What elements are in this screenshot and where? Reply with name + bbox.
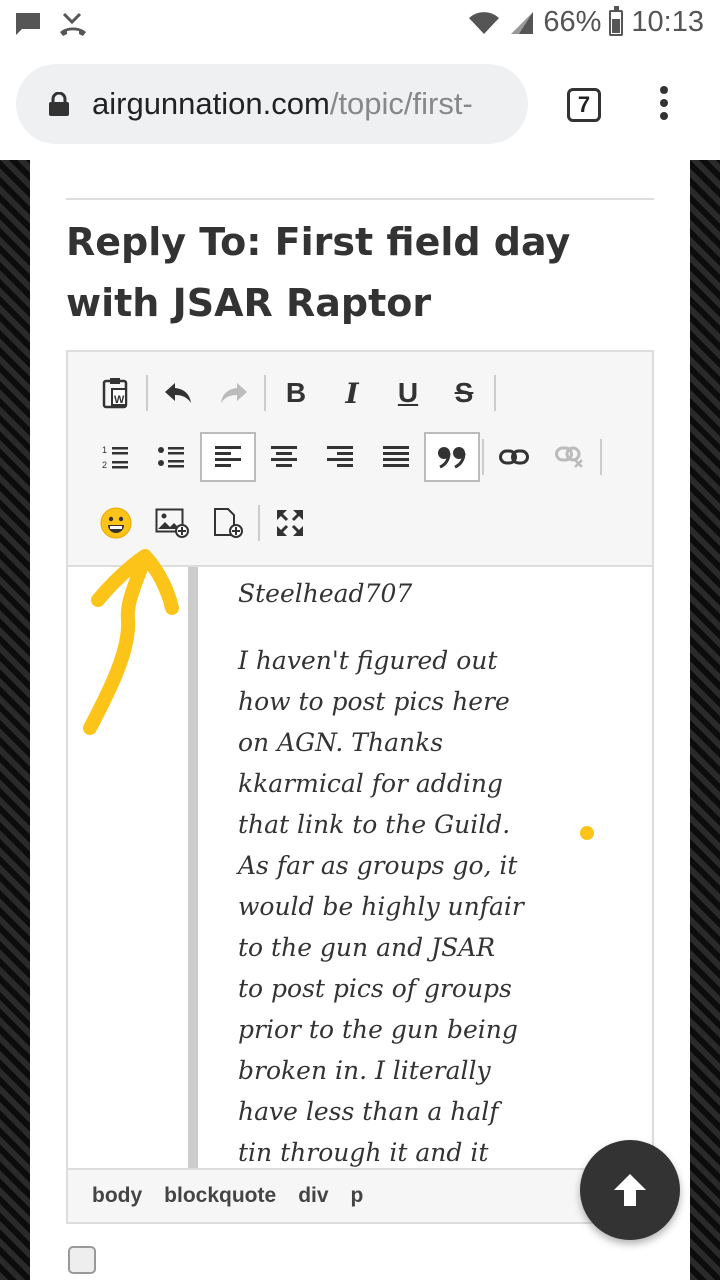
bullet-list-button[interactable]	[144, 432, 200, 482]
quote-body: I haven't figured out how to post pics h…	[238, 646, 524, 1167]
status-right-icons: 66% 10:13	[467, 5, 704, 39]
battery-percent: 66%	[543, 6, 602, 38]
svg-text:2: 2	[102, 460, 107, 470]
numbered-list-button[interactable]: 12	[88, 432, 144, 482]
url-path: /topic/first-	[329, 86, 473, 121]
tab-switcher-button[interactable]: 7	[567, 88, 601, 122]
toolbar-row-2: 12	[88, 432, 604, 482]
path-item-p[interactable]: p	[351, 1184, 364, 1208]
path-item-body[interactable]: body	[92, 1184, 142, 1208]
signal-icon	[511, 11, 534, 34]
undo-icon	[165, 383, 191, 403]
browser-menu-icon[interactable]	[656, 86, 672, 126]
page-background-left	[0, 160, 30, 1280]
quote-icon	[438, 447, 466, 469]
paste-word-button[interactable]: W	[88, 368, 144, 418]
align-center-button[interactable]	[256, 432, 312, 482]
missed-call-icon	[60, 12, 86, 36]
blockquote: Steelhead707 I haven't figured out how t…	[238, 573, 528, 1168]
insert-link-button[interactable]	[486, 432, 542, 482]
path-item-blockquote[interactable]: blockquote	[164, 1184, 276, 1208]
align-center-icon	[271, 446, 297, 467]
battery-icon	[609, 5, 624, 36]
divider	[66, 198, 654, 200]
undo-button[interactable]	[150, 368, 206, 418]
page-content: Reply To: First field day with JSAR Rapt…	[30, 160, 690, 1280]
fullscreen-button[interactable]	[262, 498, 318, 548]
editor-toolbar: W B I U S 12	[68, 352, 652, 567]
clock: 10:13	[631, 6, 704, 38]
arrow-up-icon	[614, 1174, 646, 1206]
page-title: Reply To: First field day with JSAR Rapt…	[66, 220, 571, 325]
quote-author: Steelhead707	[238, 579, 413, 608]
wifi-icon	[469, 11, 500, 34]
page-background-right	[690, 160, 720, 1280]
strikethrough-button[interactable]: S	[436, 368, 492, 418]
toolbar-separator	[146, 375, 148, 411]
italic-button[interactable]: I	[324, 368, 380, 418]
address-bar[interactable]: airgunnation.com/topic/first-	[16, 64, 528, 144]
blockquote-bar	[188, 567, 198, 1168]
insert-image-icon	[155, 508, 189, 538]
insert-file-icon	[214, 508, 243, 538]
align-left-icon	[215, 446, 241, 467]
toolbar-separator	[600, 439, 602, 475]
path-item-div[interactable]: div	[298, 1184, 328, 1208]
align-justify-icon	[383, 446, 409, 467]
align-justify-button[interactable]	[368, 432, 424, 482]
blockquote-button[interactable]	[424, 432, 480, 482]
unlink-icon	[555, 446, 583, 468]
align-right-icon	[327, 446, 353, 467]
scroll-to-top-button[interactable]	[580, 1140, 680, 1240]
toolbar-row-1: W B I U S	[88, 368, 498, 418]
link-icon	[499, 449, 529, 465]
paste-word-icon: W	[102, 378, 128, 409]
emoji-button[interactable]	[88, 498, 144, 548]
lock-icon	[49, 92, 69, 116]
fullscreen-icon	[277, 510, 303, 536]
editor-body[interactable]: Steelhead707 I haven't figured out how t…	[68, 567, 652, 1168]
emoji-icon	[100, 507, 132, 539]
align-left-button[interactable]	[200, 432, 256, 482]
unlink-button[interactable]	[542, 432, 598, 482]
bullet-list-icon	[158, 447, 184, 468]
url-domain: airgunnation.com	[92, 86, 330, 121]
bold-button[interactable]: B	[268, 368, 324, 418]
toolbar-separator	[494, 375, 496, 411]
redo-button[interactable]	[206, 368, 262, 418]
url-text[interactable]: airgunnation.com/topic/first-	[92, 86, 512, 122]
notify-checkbox[interactable]	[68, 1246, 96, 1274]
toolbar-separator	[482, 439, 484, 475]
element-path-bar: body blockquote div p	[68, 1168, 652, 1222]
insert-image-button[interactable]	[144, 498, 200, 548]
browser-toolbar: airgunnation.com/topic/first- 7	[0, 50, 720, 160]
svg-text:1: 1	[102, 445, 107, 455]
status-bar: 66% 10:13	[0, 0, 720, 50]
svg-text:W: W	[114, 394, 125, 406]
message-icon	[16, 13, 40, 35]
toolbar-separator	[264, 375, 266, 411]
insert-file-button[interactable]	[200, 498, 256, 548]
underline-button[interactable]: U	[380, 368, 436, 418]
redo-icon	[221, 383, 247, 403]
toolbar-separator	[258, 505, 260, 541]
rich-text-editor: W B I U S 12 Steelhead707 I haven't figu…	[66, 350, 654, 1224]
align-right-button[interactable]	[312, 432, 368, 482]
toolbar-row-3	[88, 498, 318, 548]
status-left-icons	[14, 10, 88, 38]
numbered-list-icon: 12	[102, 445, 128, 470]
